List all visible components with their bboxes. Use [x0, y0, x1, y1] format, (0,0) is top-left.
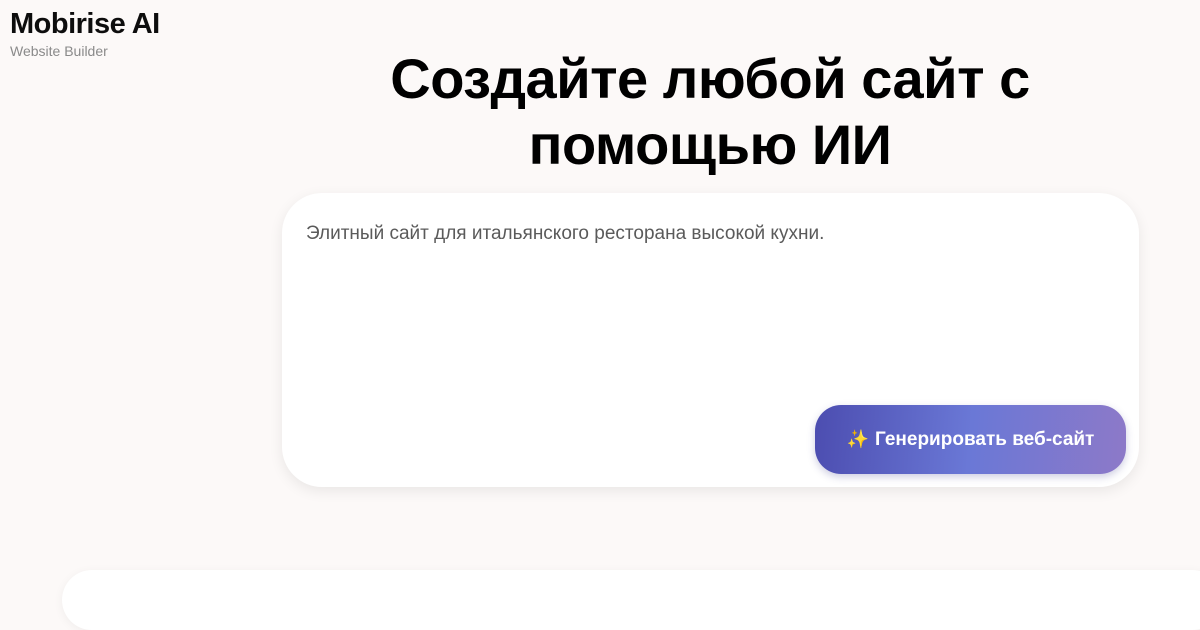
brand-logo[interactable]: Mobirise AI Website Builder — [10, 6, 160, 60]
brand-subtitle: Website Builder — [10, 43, 108, 59]
lower-content-card — [62, 570, 1200, 630]
generate-website-button[interactable]: ✨ Генерировать веб-сайт — [815, 405, 1126, 474]
brand-title: Mobirise AI — [10, 8, 160, 40]
page-title: Создайте любой сайт с помощью ИИ — [390, 47, 1030, 176]
generate-button-label: Генерировать веб-сайт — [875, 428, 1095, 450]
prompt-input[interactable]: Элитный сайт для итальянского ресторана … — [306, 221, 1115, 247]
prompt-card: Элитный сайт для итальянского ресторана … — [282, 193, 1139, 487]
sparkles-icon: ✨ — [846, 429, 870, 449]
